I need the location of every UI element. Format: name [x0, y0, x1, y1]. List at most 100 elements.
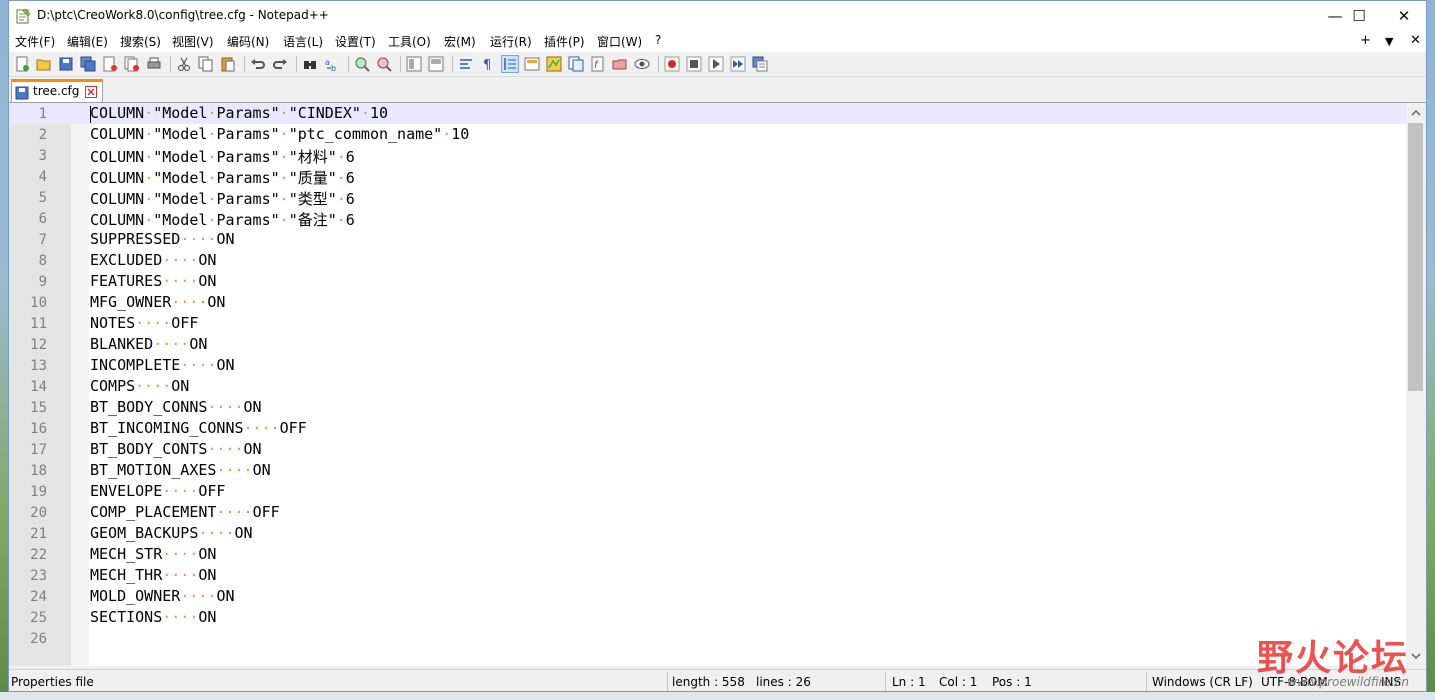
redo-icon[interactable] — [272, 56, 288, 72]
editor-line[interactable]: 13 INCOMPLETE····ON — [9, 355, 1406, 376]
forum-watermark: 野火论坛 www.proewildfire.cn — [1257, 613, 1426, 691]
save-all-icon[interactable] — [80, 56, 96, 72]
maximize-button[interactable]: ☐ — [1336, 1, 1382, 31]
editor-line[interactable]: 14 COMPS····ON — [9, 376, 1406, 397]
menu-file[interactable]: 文件(F) — [15, 33, 55, 50]
indent-guide-icon[interactable] — [501, 55, 519, 73]
new-file-icon[interactable] — [14, 56, 30, 72]
menu-plugins[interactable]: 插件(P) — [544, 33, 585, 50]
line-number: 25 — [30, 610, 47, 626]
paste-icon[interactable] — [220, 56, 236, 72]
sync-horizontal-icon[interactable] — [428, 56, 444, 72]
folder-as-workspace-icon[interactable]: f — [590, 56, 606, 72]
editor-line[interactable]: 8 EXCLUDED····ON — [9, 250, 1406, 271]
line-text: MECH_THR····ON — [90, 566, 217, 584]
editor-line[interactable]: 7 SUPPRESSED····ON — [9, 229, 1406, 250]
menu-settings[interactable]: 设置(T) — [335, 33, 376, 50]
editor-line[interactable]: 5 COLUMN·"Model·Params"·"类型"·6 — [9, 187, 1406, 208]
line-text: COMPS····ON — [90, 377, 190, 395]
monitor-icon[interactable] — [634, 56, 650, 72]
show-all-chars-icon[interactable]: ¶ — [480, 56, 496, 72]
print-icon[interactable] — [146, 56, 162, 72]
line-text: BT_BODY_CONNS····ON — [90, 398, 262, 416]
editor-line[interactable]: 18 BT_MOTION_AXES····ON — [9, 460, 1406, 481]
play-macro-icon[interactable] — [708, 56, 724, 72]
editor-line[interactable]: 25 SECTIONS····ON — [9, 607, 1406, 628]
vertical-scrollbar[interactable] — [1406, 103, 1426, 666]
editor-line[interactable]: 2 COLUMN·"Model·Params"·"ptc_common_name"… — [9, 124, 1406, 145]
close-document-icon[interactable]: ✕ — [1410, 33, 1421, 48]
menu-tools[interactable]: 工具(O) — [388, 33, 431, 50]
line-number: 11 — [30, 316, 47, 332]
scroll-thumb[interactable] — [1408, 123, 1423, 391]
editor-line[interactable]: 11 NOTES····OFF — [9, 313, 1406, 334]
editor-line[interactable]: 6 COLUMN·"Model·Params"·"备注"·6 — [9, 208, 1406, 229]
status-col: Col : 1 — [939, 675, 978, 689]
editor-line[interactable]: 12 BLANKED····ON — [9, 334, 1406, 355]
editor-line[interactable]: 4 COLUMN·"Model·Params"·"质量"·6 — [9, 166, 1406, 187]
status-ln: Ln : 1 — [892, 675, 926, 689]
editor-line[interactable]: 26 — [9, 628, 1406, 649]
zoom-in-icon[interactable] — [354, 56, 370, 72]
sync-vertical-icon[interactable] — [406, 56, 422, 72]
menu-macro[interactable]: 宏(M) — [444, 33, 476, 50]
editor-line[interactable]: 15 BT_BODY_CONNS····ON — [9, 397, 1406, 418]
close-all-icon[interactable] — [124, 56, 140, 72]
editor-line[interactable]: 21 GEOM_BACKUPS····ON — [9, 523, 1406, 544]
editor-line[interactable]: 10 MFG_OWNER····ON — [9, 292, 1406, 313]
status-eol[interactable]: Windows (CR LF) — [1152, 675, 1253, 689]
maximize-icon: ☐ — [1352, 7, 1366, 25]
copy-icon[interactable] — [198, 56, 214, 72]
line-text: BT_BODY_CONTS····ON — [90, 440, 262, 458]
line-number: 7 — [38, 232, 47, 248]
editor-line[interactable]: 16 BT_INCOMING_CONNS····OFF — [9, 418, 1406, 439]
menu-run[interactable]: 运行(R) — [490, 33, 532, 50]
word-wrap-icon[interactable] — [458, 56, 474, 72]
editor-line[interactable]: 1 COLUMN·"Model·Params"·"CINDEX"·10 — [9, 103, 1406, 124]
tab-tree-cfg[interactable]: tree.cfg — [11, 79, 103, 102]
tab-close-icon[interactable] — [85, 86, 97, 98]
line-text: MOLD_OWNER····ON — [90, 587, 235, 605]
menu-language[interactable]: 语言(L) — [283, 33, 323, 50]
run-macro-multiple-icon[interactable] — [730, 56, 746, 72]
udl-icon[interactable] — [524, 56, 540, 72]
editor-area[interactable]: 1 COLUMN·"Model·Params"·"CINDEX"·10 2 COLUM… — [9, 103, 1426, 666]
close-window-button[interactable]: ✕ — [1381, 1, 1426, 31]
editor-line[interactable]: 24 MOLD_OWNER····ON — [9, 586, 1406, 607]
editor-line[interactable]: 19 ENVELOPE····OFF — [9, 481, 1406, 502]
editor-line[interactable]: 23 MECH_THR····ON — [9, 565, 1406, 586]
menu-search[interactable]: 搜索(S) — [120, 33, 161, 50]
save-macro-icon[interactable] — [752, 56, 768, 72]
find-icon[interactable] — [302, 56, 318, 72]
editor-line[interactable]: 3 COLUMN·"Model·Params"·"材料"·6 — [9, 145, 1406, 166]
editor-line[interactable]: 9 FEATURES····ON — [9, 271, 1406, 292]
save-icon[interactable] — [58, 56, 74, 72]
function-list-icon[interactable] — [568, 56, 584, 72]
tab-list-dropdown-icon[interactable]: ▼ — [1385, 35, 1393, 48]
menu-encoding[interactable]: 编码(N) — [227, 33, 269, 50]
menu-help[interactable]: ? — [655, 33, 661, 47]
line-number: 14 — [30, 379, 47, 395]
stop-macro-icon[interactable] — [686, 56, 702, 72]
notepad-window: D:\ptc\CreoWork8.0\config\tree.cfg - Not… — [8, 0, 1427, 692]
cut-icon[interactable] — [176, 56, 192, 72]
editor-line[interactable]: 17 BT_BODY_CONTS····ON — [9, 439, 1406, 460]
line-text: SECTIONS····ON — [90, 608, 217, 626]
menu-edit[interactable]: 编辑(E) — [67, 33, 108, 50]
menu-window[interactable]: 窗口(W) — [597, 33, 642, 50]
doc-map-icon[interactable] — [546, 56, 562, 72]
close-icon[interactable] — [102, 56, 118, 72]
menu-view[interactable]: 视图(V) — [172, 33, 214, 50]
title-bar: D:\ptc\CreoWork8.0\config\tree.cfg - Not… — [9, 1, 1426, 31]
undo-icon[interactable] — [250, 56, 266, 72]
open-file-icon[interactable] — [36, 56, 52, 72]
zoom-out-icon[interactable] — [376, 56, 392, 72]
editor-line[interactable]: 20 COMP_PLACEMENT····OFF — [9, 502, 1406, 523]
folder-icon[interactable] — [612, 56, 628, 72]
scroll-up-icon[interactable] — [1406, 105, 1426, 121]
new-tab-plus-icon[interactable]: + — [1360, 33, 1371, 48]
editor-line[interactable]: 22 MECH_STR····ON — [9, 544, 1406, 565]
replace-icon[interactable]: ab — [324, 56, 340, 72]
line-text: ENVELOPE····OFF — [90, 482, 226, 500]
record-macro-icon[interactable] — [664, 56, 680, 72]
